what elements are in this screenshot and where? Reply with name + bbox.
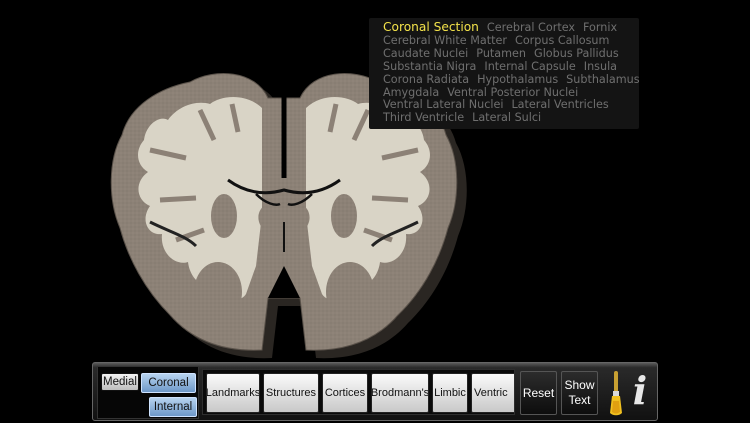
legend-item[interactable]: Subthalamus [566,73,639,86]
category-tabs: Landmarks Structures Cortices Brodmann's… [202,369,515,415]
internal-view-button[interactable]: Internal [149,397,197,417]
show-text-line2: Text [568,393,591,407]
legend-lines: Coronal Section Cerebral Cortex Fornix Cere… [383,21,640,125]
show-text-button[interactable]: Show Text [561,371,598,415]
legend-item[interactable]: Substantia Nigra [383,60,476,73]
tab-limbic[interactable]: Limbic [432,373,468,413]
legend-line: Coronal Section Cerebral Cortex Fornix [383,21,633,35]
legend-item[interactable]: Ventral Lateral Nuclei [383,98,503,111]
tab-cortices[interactable]: Cortices [322,373,368,413]
paint-brush-icon[interactable] [605,369,627,417]
temporal-lobe-left[interactable] [194,262,242,322]
show-text-line1: Show [564,378,595,392]
legend-item[interactable]: Hypothalamus [477,73,558,86]
view-selector: Medial Coronal Internal [97,366,199,419]
putamen-right[interactable] [331,194,357,238]
legend-item[interactable]: Ventral Posterior Nuclei [447,86,578,99]
legend-item[interactable]: Caudate Nuclei [383,47,468,60]
tab-ventricles[interactable]: Ventric [471,373,514,413]
tab-structures[interactable]: Structures [263,373,319,413]
legend-item[interactable]: Globus Pallidus [534,47,619,60]
coronal-view-button[interactable]: Coronal [141,373,196,393]
legend-line: Third Ventricle Lateral Sulci [383,111,633,125]
legend-item[interactable]: Internal Capsule [484,60,575,73]
tab-brodmanns[interactable]: Brodmann's [371,373,429,413]
legend-item[interactable]: Lateral Sulci [472,111,541,124]
legend-item[interactable]: Corona Radiata [383,73,469,86]
legend-item[interactable]: Fornix [583,21,617,34]
legend-item[interactable]: Amygdala [383,86,439,99]
brain-viewer[interactable]: Coronal Section Cerebral Cortex Fornix Cere… [0,0,750,360]
legend-item[interactable]: Cerebral White Matter [383,34,507,47]
info-icon[interactable]: i [628,368,652,416]
legend-item[interactable]: Third Ventricle [383,111,464,124]
medial-view-button[interactable]: Medial [101,373,139,391]
structure-legend[interactable]: Coronal Section Cerebral Cortex Fornix Cere… [369,18,640,129]
legend-item[interactable]: Cerebral Cortex [487,21,575,34]
legend-item[interactable]: Putamen [476,47,526,60]
legend-title[interactable]: Coronal Section [383,20,479,34]
putamen-left[interactable] [211,194,237,238]
legend-item[interactable]: Corpus Callosum [515,34,609,47]
legend-item[interactable]: Insula [584,60,617,73]
temporal-lobe-right[interactable] [326,262,374,322]
reset-button[interactable]: Reset [520,371,557,415]
tab-landmarks[interactable]: Landmarks [206,373,260,413]
legend-item[interactable]: Lateral Ventricles [511,98,608,111]
bottom-toolbar: Medial Coronal Internal Landmarks Struct… [92,362,658,421]
